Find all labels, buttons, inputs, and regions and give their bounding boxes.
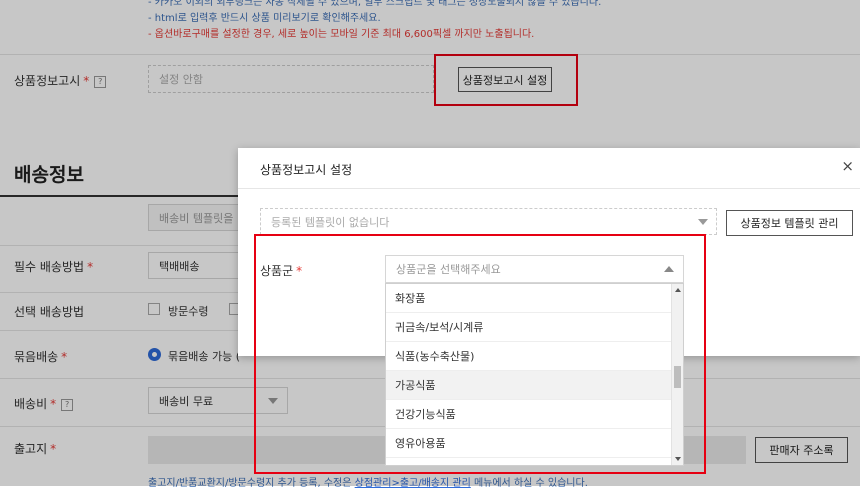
- required-method-select[interactable]: 택배배송: [148, 252, 248, 279]
- required-method-label: 필수 배송방법 *: [14, 258, 93, 275]
- shipping-section-title: 배송정보: [14, 164, 84, 186]
- product-info-label-text: 상품정보고시: [14, 74, 81, 88]
- origin-footer-note: 출고지/반품교환지/방문수령지 추가 등록, 수정은 상점관리>출고/배송지 관…: [148, 474, 588, 489]
- origin-label-text: 출고지: [14, 442, 48, 456]
- bundle-label: 묶음배송 *: [14, 348, 67, 365]
- bundle-label-text: 묶음배송: [14, 350, 59, 364]
- footer-note-prefix: 출고지/반품교환지/방문수령지 추가 등록, 수정은: [148, 478, 355, 489]
- product-info-status: 설정 안함: [148, 65, 434, 93]
- required-mark: *: [61, 350, 68, 364]
- fee-select-value: 배송비 무료: [159, 394, 214, 408]
- notice-line-3: - 옵션바로구매를 설정한 경우, 세로 높이는 모바일 기준 최대 6,600…: [148, 29, 535, 40]
- required-mark: *: [83, 74, 90, 88]
- template-select-placeholder: 등록된 템플릿이 없습니다: [271, 215, 390, 229]
- template-select[interactable]: 등록된 템플릿이 없습니다: [260, 208, 717, 235]
- fee-label-text: 배송비: [14, 397, 48, 411]
- help-icon[interactable]: ?: [94, 75, 107, 88]
- help-icon[interactable]: ?: [61, 398, 74, 411]
- origin-label: 출고지 *: [14, 440, 56, 457]
- required-method-label-text: 필수 배송방법: [14, 260, 85, 274]
- notice-line-1: - 카카오 이외의 외부링크는 자동 삭제될 수 있으며, 일부 스크립트 및 …: [148, 0, 602, 8]
- visit-pickup-label: 방문수령: [168, 305, 209, 318]
- store-management-link[interactable]: 상점관리>출고/배송지 관리: [355, 478, 471, 489]
- footer-note-suffix: 메뉴에서 하실 수 있습니다.: [470, 478, 588, 489]
- visit-pickup-checkbox[interactable]: [148, 303, 160, 315]
- fee-label: 배송비 *?: [14, 395, 74, 412]
- divider: [0, 54, 860, 55]
- bundle-option-label: 묶음배송 가능 (: [168, 350, 241, 363]
- shipping-template-field[interactable]: 배송비 템플릿을: [148, 204, 248, 231]
- template-manage-button[interactable]: 상품정보 템플릿 관리: [726, 210, 853, 236]
- notice-line-2: - html로 입력후 반드시 상품 미리보기로 확인해주세요.: [148, 13, 381, 24]
- product-info-label: 상품정보고시 *?: [14, 72, 107, 89]
- seller-address-button[interactable]: 판매자 주소록: [755, 437, 848, 463]
- required-mark: *: [87, 260, 94, 274]
- chevron-down-icon: [698, 219, 708, 225]
- close-icon[interactable]: ×: [841, 159, 854, 174]
- highlight-box-settings: [434, 54, 578, 106]
- highlight-box-category: [254, 234, 706, 474]
- required-mark: *: [50, 442, 57, 456]
- optional-method-label: 선택 배송방법: [14, 305, 85, 319]
- modal-divider: [238, 188, 860, 189]
- modal-title: 상품정보고시 설정: [260, 163, 353, 177]
- required-mark: *: [50, 397, 57, 411]
- bundle-radio[interactable]: [148, 348, 161, 361]
